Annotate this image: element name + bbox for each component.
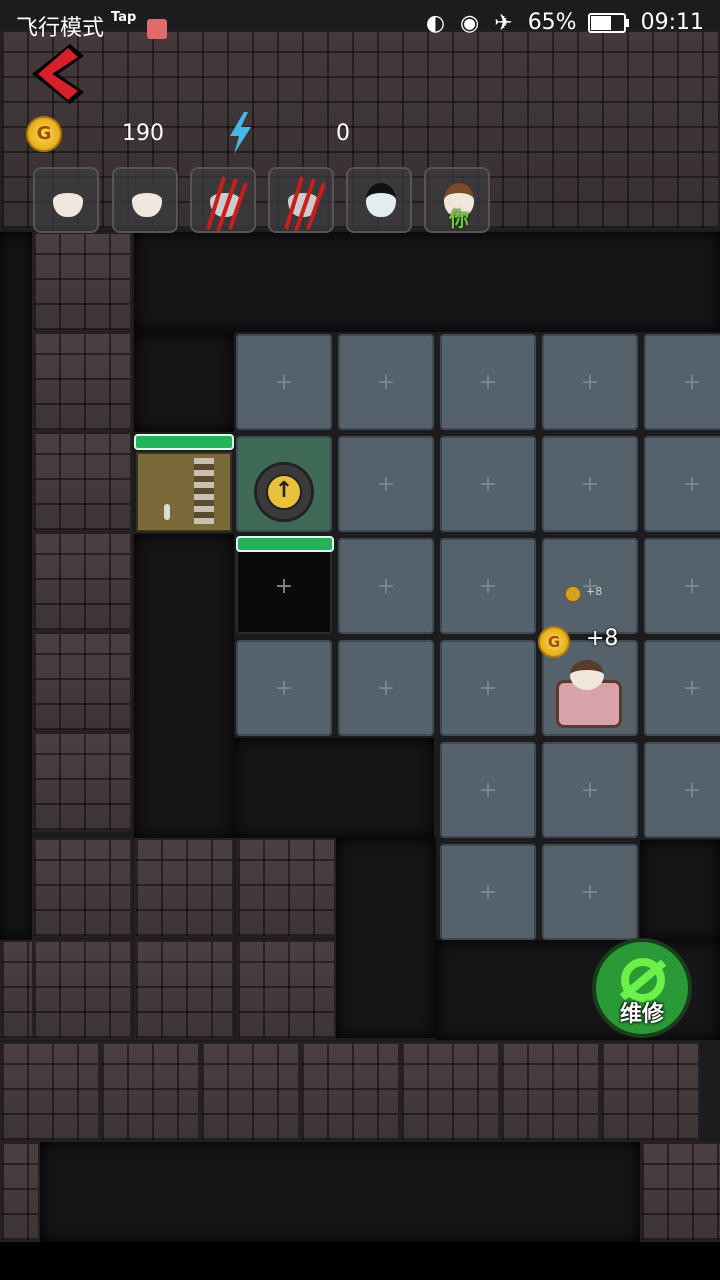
portrait-girl-2[interactable] <box>112 167 178 233</box>
portrait-ghost-2[interactable] <box>268 167 334 233</box>
repair-label: 维修 <box>619 1002 664 1027</box>
wall-tile <box>32 632 132 732</box>
battery-icon <box>587 13 629 33</box>
floor-tile[interactable] <box>440 742 536 838</box>
corridor <box>336 838 436 1038</box>
player-label: 你 <box>449 207 469 231</box>
portrait-ghost-1[interactable] <box>190 167 256 233</box>
corridor <box>640 840 720 940</box>
boy-face <box>366 183 396 217</box>
book-icon <box>147 19 168 39</box>
door-ladder <box>194 458 214 524</box>
corridor <box>0 1242 720 1280</box>
wall-tile <box>0 1142 40 1242</box>
floor-tile[interactable] <box>338 538 434 634</box>
wall-tile <box>400 1042 500 1142</box>
battery-percent: 65% <box>527 10 577 35</box>
floor-tile[interactable] <box>542 436 638 532</box>
wall-tile <box>640 1142 720 1242</box>
floor-tile[interactable] <box>644 436 720 532</box>
floor-tile[interactable] <box>236 334 332 430</box>
wall-tile <box>32 432 132 532</box>
corridor <box>234 738 434 838</box>
gold-gain-label: +8 <box>586 626 619 651</box>
gold-count: 190 <box>122 121 164 146</box>
floor-tile[interactable] <box>338 334 434 430</box>
wall-tile <box>134 838 234 938</box>
door-hp-bar <box>134 434 234 450</box>
wall-tile <box>32 332 132 432</box>
clock: 09:11 <box>640 10 704 35</box>
airplane-icon: ✈ <box>494 10 513 36</box>
wall-tile <box>500 1042 600 1142</box>
tap-badge: Tap <box>111 10 137 25</box>
floor-tile[interactable] <box>338 640 434 736</box>
claw-slash-icon <box>206 176 248 231</box>
floor-tile[interactable] <box>440 640 536 736</box>
floor-tile[interactable] <box>440 538 536 634</box>
wall-tile <box>600 1042 700 1142</box>
claw-slash-icon <box>284 176 326 231</box>
lightning-icon <box>230 112 251 154</box>
wall-tile <box>0 1042 100 1142</box>
wall-tile <box>200 1042 300 1142</box>
upgrade-arrow-icon[interactable]: ↑ <box>266 474 302 510</box>
gold-gain-small-label: +8 <box>586 585 603 598</box>
sim-icon: ◐ <box>425 10 446 36</box>
floor-tile[interactable] <box>644 334 720 430</box>
floor-tile[interactable] <box>542 844 638 940</box>
wall-tile <box>32 532 132 632</box>
floor-tile[interactable] <box>236 640 332 736</box>
status-bar: 飞行模式 Tap ◐ ◉ ✈ 65% 09:11 <box>0 0 720 50</box>
empty-tile[interactable] <box>236 538 332 634</box>
wall-tile <box>236 940 336 1040</box>
wall-tile <box>32 232 132 332</box>
corridor <box>134 534 234 838</box>
back-button[interactable] <box>24 38 94 108</box>
corridor <box>134 232 720 332</box>
floor-tile[interactable] <box>440 844 536 940</box>
floor-tile[interactable] <box>542 742 638 838</box>
energy-count: 0 <box>336 121 350 146</box>
corridor <box>0 232 32 940</box>
portrait-player[interactable]: 你 <box>424 167 490 233</box>
portrait-girl-1[interactable] <box>33 167 99 233</box>
turret[interactable]: ↑ <box>254 462 314 522</box>
floor-tile[interactable] <box>644 538 720 634</box>
wall-tile <box>32 838 132 938</box>
floor-tile[interactable] <box>644 742 720 838</box>
floor-tile[interactable] <box>440 334 536 430</box>
gold-coin-icon: G <box>26 116 62 152</box>
wall-tile <box>32 940 132 1040</box>
eye-icon: ◉ <box>460 10 480 36</box>
wall-tile <box>100 1042 200 1142</box>
girl-face <box>53 183 83 217</box>
wall-tile <box>236 838 336 938</box>
wall-tile <box>300 1042 400 1142</box>
girl-face <box>132 183 162 217</box>
coin-icon <box>565 586 581 602</box>
door-handle-icon <box>164 504 170 520</box>
floor-tile[interactable] <box>440 436 536 532</box>
coin-icon: G <box>538 626 570 658</box>
bed[interactable] <box>552 660 626 730</box>
floor-tile[interactable] <box>338 436 434 532</box>
sleeping-girl <box>570 660 604 690</box>
repair-button[interactable]: 维修 <box>592 938 692 1038</box>
floor-tile[interactable] <box>644 640 720 736</box>
wall-tile <box>32 732 132 832</box>
floor-tile[interactable] <box>542 334 638 430</box>
corridor <box>134 332 234 432</box>
wall-tile <box>134 940 234 1040</box>
door[interactable] <box>136 452 232 532</box>
corridor <box>40 1142 640 1242</box>
tile-hp-bar <box>236 536 334 552</box>
portrait-boy[interactable] <box>346 167 412 233</box>
